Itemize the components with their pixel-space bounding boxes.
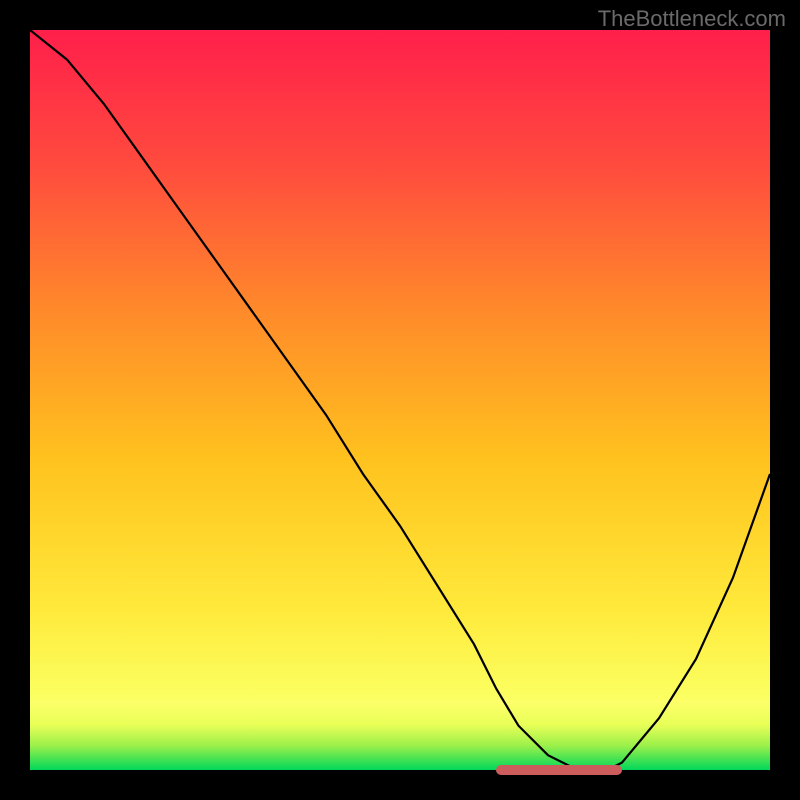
bottom-gradient-band — [30, 700, 770, 770]
gradient-background — [30, 30, 770, 770]
chart-plot-area — [30, 30, 770, 770]
watermark-label: TheBottleneck.com — [598, 6, 786, 32]
flat-region-marker — [496, 765, 622, 775]
